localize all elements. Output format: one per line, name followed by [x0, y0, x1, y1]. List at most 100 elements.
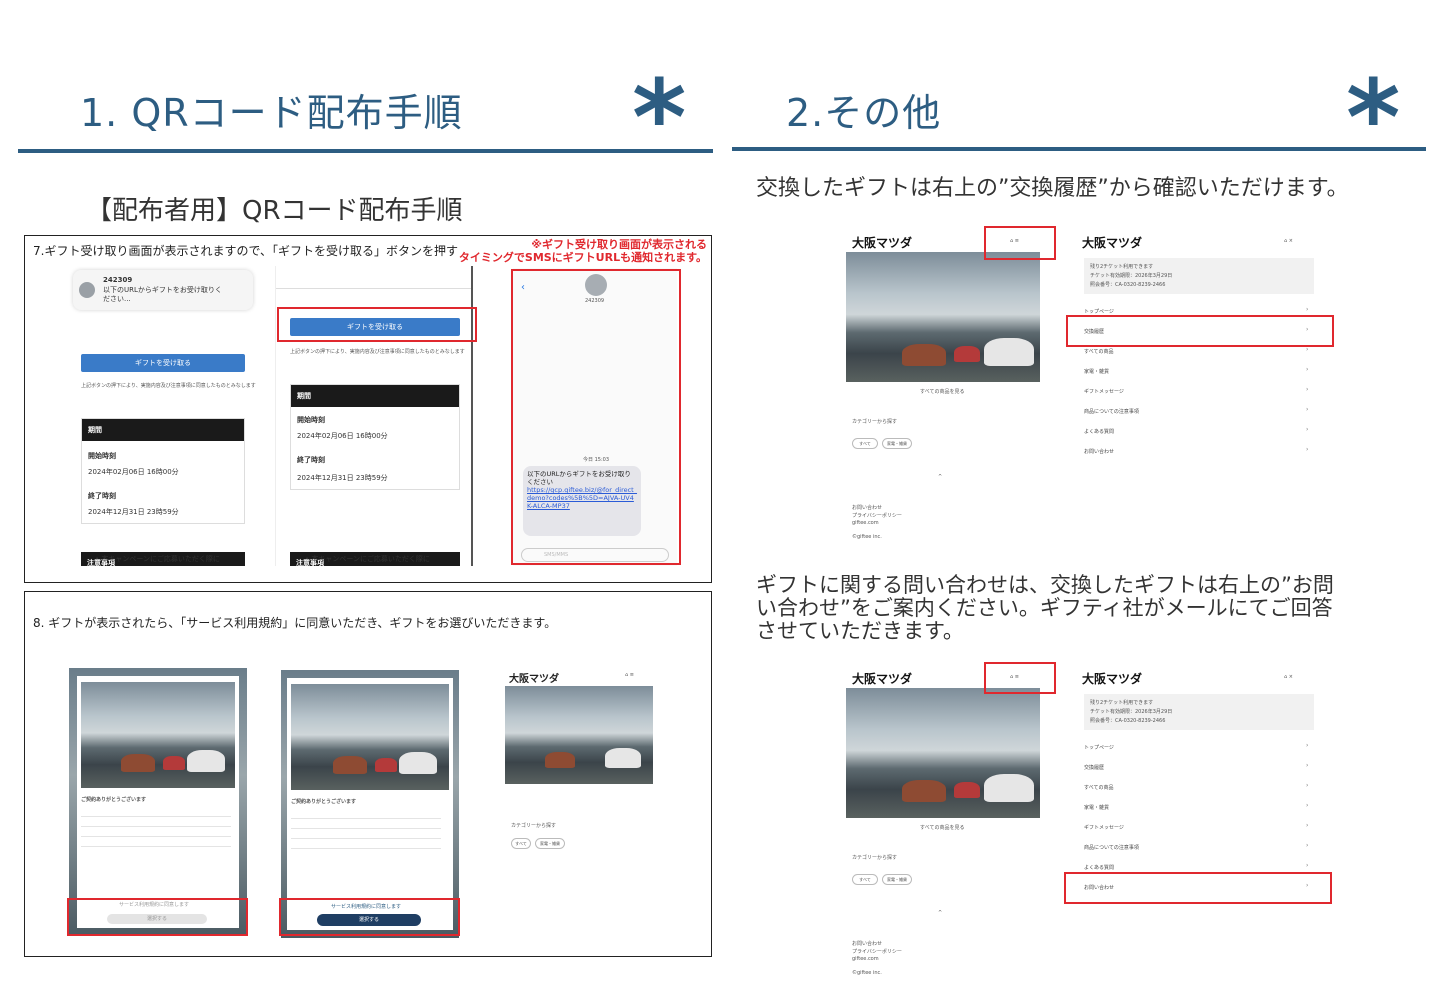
- view-all-1[interactable]: すべての商品を見る: [920, 388, 964, 395]
- menu-notes-1[interactable]: 商品についての注意事項: [1084, 408, 1139, 415]
- chevron-right-icon: ›: [1306, 386, 1309, 393]
- hero-car-red2-1: [954, 346, 980, 362]
- menu-faq-1[interactable]: よくある質問: [1084, 428, 1114, 435]
- menu-faq-2[interactable]: よくある質問: [1084, 864, 1114, 871]
- ticket-line2-2: チケット有効期限：2026年3月29日: [1090, 709, 1173, 715]
- sms-notification[interactable]: 242309 以下のURLからギフトをお受け取りください...: [73, 270, 253, 310]
- notif-code: 242309: [103, 276, 133, 284]
- chevron-right-icon: ›: [1306, 366, 1309, 373]
- cat-all-1[interactable]: すべて: [852, 438, 878, 449]
- hero-car-red2-2: [954, 782, 980, 798]
- chevron-right-icon: ›: [1306, 346, 1309, 353]
- footer-site-1[interactable]: giftee.com: [852, 520, 879, 526]
- shop-preview: 大阪マツダ ⌂ ≡ カテゴリーから探す すべて 家電・雑貨: [505, 670, 655, 940]
- chevron-right-icon: ›: [1306, 306, 1309, 313]
- brand-2: 大阪マツダ: [852, 672, 913, 686]
- chevron-right-icon: ›: [1306, 782, 1309, 789]
- cat-home-2[interactable]: 家電・雑貨: [882, 874, 912, 885]
- view-all-2[interactable]: すべての商品を見る: [920, 824, 964, 831]
- footer-site-2[interactable]: giftee.com: [852, 956, 879, 962]
- car-red-2: [163, 756, 185, 770]
- highlight-history: [1066, 315, 1334, 347]
- menu-home-2[interactable]: 家電・雑貨: [1084, 804, 1109, 811]
- ticket-box-2: 残り2チケット利用できます チケット有効期限：2026年3月29日 照会番号：C…: [1084, 694, 1314, 730]
- menu-message-2[interactable]: ギフトメッセージ: [1084, 824, 1124, 831]
- menu-history-2[interactable]: 交換履歴: [1084, 764, 1104, 771]
- period-label-b: 期間: [291, 385, 459, 407]
- step7-note-1: ※ギフト受け取り画面が表示される: [531, 238, 707, 251]
- notif-text: 以下のURLからギフトをお受け取りください...: [103, 286, 222, 303]
- footer-contact-2[interactable]: お問い合わせ: [852, 940, 882, 947]
- body-text-lines: [81, 810, 231, 850]
- chevron-right-icon: ›: [1306, 762, 1309, 769]
- chevron-right-icon: ›: [1306, 862, 1309, 869]
- highlight-contact: [1064, 872, 1332, 904]
- menu-top-1[interactable]: トップページ: [1084, 308, 1114, 315]
- car-white-b: [399, 752, 437, 774]
- close-icon-1[interactable]: ⌂ ×: [1284, 238, 1293, 244]
- scroll-up-icon-1[interactable]: ^: [938, 474, 942, 480]
- car-photo-b: [291, 684, 449, 790]
- thanks-text: ご契約ありがとうございます: [81, 797, 147, 803]
- footer-privacy-1[interactable]: プライバシーポリシー: [852, 512, 902, 519]
- shop-cat-all[interactable]: すべて: [511, 838, 531, 849]
- step8-panel: 8. ギフトが表示されたら、「サービス利用規約」に同意いただき、ギフトをお選びい…: [24, 591, 712, 957]
- ticket-line3-2: 照会番号：CA-0320-8239-2466: [1090, 718, 1166, 724]
- period-card: 期間 開始時刻 2024年02月06日 16時00分 終了時刻 2024年12月…: [81, 418, 245, 524]
- end-value: 2024年12月31日 23時59分: [88, 508, 179, 516]
- avatar: [79, 282, 95, 298]
- menu-contact-1[interactable]: お問い合わせ: [1084, 448, 1114, 455]
- shop-category: カテゴリーから探す: [511, 823, 557, 829]
- notes-item: • 本キャンペーンにご応募いただく際に: [95, 555, 220, 563]
- cart-icon[interactable]: ⌂ ≡: [625, 672, 634, 678]
- shop-photo: [505, 686, 653, 784]
- end-value-b: 2024年12月31日 23時59分: [297, 474, 388, 482]
- start-label-b: 開始時刻: [297, 416, 325, 424]
- start-label: 開始時刻: [88, 452, 116, 460]
- section-heading-qr: 1. QRコード配布手順: [80, 91, 463, 135]
- divider: [276, 288, 471, 289]
- highlight-header-icons-2: [984, 662, 1056, 694]
- start-value: 2024年02月06日 16時00分: [88, 468, 179, 476]
- notes-item-b: • 本キャンペーンにご応募いただく際に: [305, 555, 430, 563]
- asterisk-icon: *: [632, 57, 687, 179]
- ticket-line1-1: 残り2チケット利用できます: [1090, 264, 1154, 270]
- menu-top-2[interactable]: トップページ: [1084, 744, 1114, 751]
- category-2: カテゴリーから探す: [852, 855, 898, 861]
- ticket-line1-2: 残り2チケット利用できます: [1090, 700, 1154, 706]
- para-contact: ギフトに関する問い合わせは、交換したギフトは右上の”お問 い合わせ”をご案内くだ…: [756, 574, 1334, 643]
- menu-home-1[interactable]: 家電・雑貨: [1084, 368, 1109, 375]
- footer-copy-1: ©giftee inc.: [852, 534, 882, 540]
- start-value-b: 2024年02月06日 16時00分: [297, 432, 388, 440]
- cat-all-2[interactable]: すべて: [852, 874, 878, 885]
- receive-gift-button[interactable]: ギフトを受け取る: [81, 354, 245, 372]
- heading-rule-2: [732, 147, 1426, 151]
- close-icon-2[interactable]: ⌂ ×: [1284, 674, 1293, 680]
- brand-1: 大阪マツダ: [852, 236, 913, 250]
- footer-privacy-2[interactable]: プライバシーポリシー: [852, 948, 902, 955]
- category-1: カテゴリーから探す: [852, 419, 898, 425]
- menu-all-2[interactable]: すべての商品: [1084, 784, 1113, 791]
- shop-car-red: [545, 752, 575, 768]
- menu-notes-2[interactable]: 商品についての注意事項: [1084, 844, 1139, 851]
- hero-car-white-1: [984, 338, 1034, 366]
- chevron-right-icon: ›: [1306, 842, 1309, 849]
- end-label-b: 終了時刻: [297, 456, 325, 464]
- shop-cat-home[interactable]: 家電・雑貨: [535, 838, 565, 849]
- body-text-lines-b: [291, 812, 441, 852]
- menu-all-1[interactable]: すべての商品: [1084, 348, 1113, 355]
- asterisk-icon-2: *: [1346, 57, 1401, 179]
- footer-contact-1[interactable]: お問い合わせ: [852, 504, 882, 511]
- period-card-b: 期間 開始時刻 2024年02月06日 16時00分 終了時刻 2024年12月…: [290, 384, 460, 490]
- chevron-right-icon: ›: [1306, 446, 1309, 453]
- highlight-terms-b: [279, 898, 460, 936]
- consent-text: 上記ボタンの押下により、実施内容及び注意事項に同意したものとみなします: [81, 383, 256, 389]
- chevron-right-icon: ›: [1306, 802, 1309, 809]
- menu-brand-1: 大阪マツダ: [1082, 236, 1143, 250]
- footer-copy-2: ©giftee inc.: [852, 970, 882, 976]
- para-contact-line3: させていただきます。: [756, 619, 964, 643]
- step7-panel: 7.ギフト受け取り画面が表示されますので、「ギフトを受け取る」ボタンを押す ※ギ…: [24, 235, 712, 583]
- scroll-up-icon-2[interactable]: ^: [938, 910, 942, 916]
- menu-message-1[interactable]: ギフトメッセージ: [1084, 388, 1124, 395]
- cat-home-1[interactable]: 家電・雑貨: [882, 438, 912, 449]
